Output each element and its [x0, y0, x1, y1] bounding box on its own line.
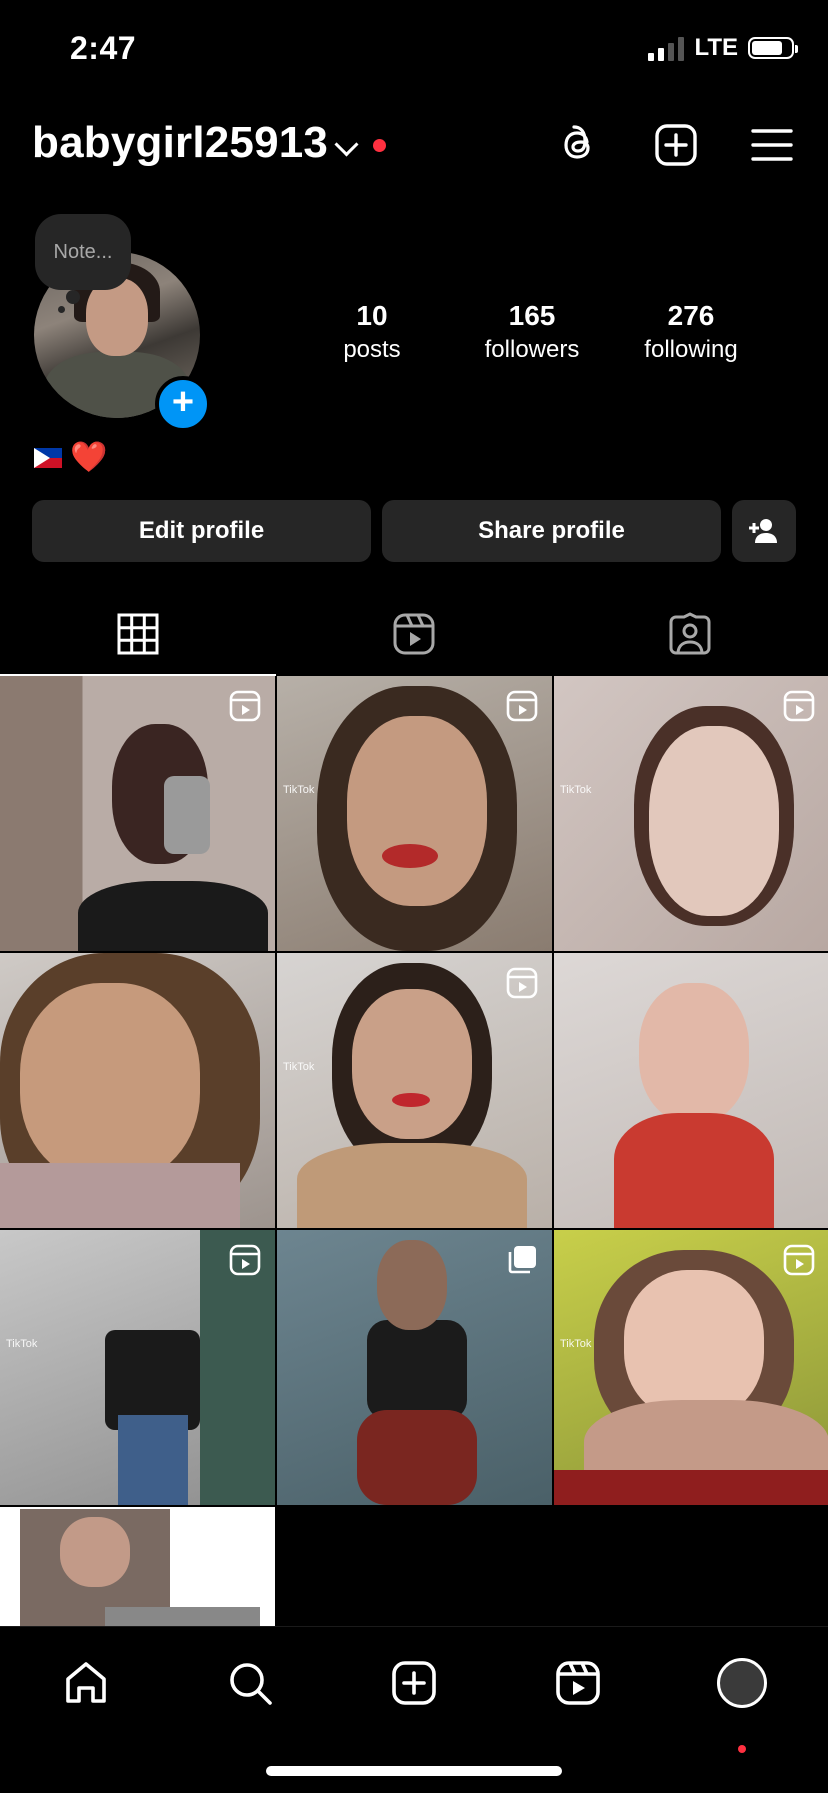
- status-time: 2:47: [70, 30, 137, 66]
- reel-badge-icon: [229, 1244, 261, 1276]
- discover-people-button[interactable]: [732, 500, 796, 562]
- search-icon: [230, 1663, 272, 1705]
- home-indicator: [266, 1766, 562, 1776]
- posts-count: 10: [356, 300, 388, 331]
- nav-create[interactable]: [382, 1651, 446, 1715]
- post-thumbnail[interactable]: [0, 953, 275, 1228]
- add-person-icon: [749, 519, 777, 543]
- username[interactable]: babygirl25913: [32, 118, 328, 168]
- network-label: LTE: [694, 34, 738, 61]
- profile-header: babygirl25913: [0, 110, 828, 180]
- post-thumbnail[interactable]: [0, 1507, 275, 1627]
- home-icon: [66, 1662, 106, 1703]
- post-thumbnail[interactable]: [277, 1230, 552, 1505]
- following-stat[interactable]: 276 following: [621, 300, 761, 364]
- create-icon[interactable]: [653, 122, 699, 168]
- status-right: LTE: [648, 34, 798, 62]
- add-story-button[interactable]: +: [155, 376, 211, 432]
- nav-profile[interactable]: [710, 1651, 774, 1715]
- post-thumbnail[interactable]: TikTok: [277, 676, 552, 951]
- post-thumbnail[interactable]: TikTok: [277, 953, 552, 1228]
- tiktok-watermark: TikTok: [560, 784, 592, 796]
- reel-badge-icon: [783, 1244, 815, 1276]
- posts-stat[interactable]: 10 posts: [302, 300, 442, 364]
- chevron-down-icon[interactable]: [334, 132, 359, 157]
- signal-icon: [648, 35, 685, 61]
- note-bubble-tail-small: [58, 306, 65, 313]
- carousel-badge-icon: [508, 1246, 536, 1274]
- tab-reels[interactable]: [276, 592, 552, 676]
- profile-tabs: [0, 592, 828, 676]
- menu-icon[interactable]: [749, 122, 795, 168]
- reel-badge-icon: [506, 690, 538, 722]
- notification-dot: [373, 139, 386, 152]
- post-thumbnail[interactable]: TikTok: [554, 1230, 828, 1505]
- grid-icon: [117, 613, 159, 655]
- note-bubble[interactable]: Note...: [35, 214, 131, 290]
- followers-count: 165: [508, 300, 556, 331]
- note-bubble-tail: [66, 290, 80, 304]
- tiktok-watermark: TikTok: [6, 1338, 38, 1350]
- nav-search[interactable]: [218, 1651, 282, 1715]
- post-thumbnail[interactable]: [554, 953, 828, 1228]
- posts-label: posts: [343, 336, 401, 363]
- battery-icon: [748, 37, 798, 59]
- philippines-flag-icon: [34, 447, 62, 468]
- tiktok-watermark: TikTok: [283, 1061, 315, 1073]
- tagged-icon: [669, 612, 711, 655]
- create-icon: [392, 1661, 436, 1705]
- nav-reels[interactable]: [546, 1651, 610, 1715]
- followers-stat[interactable]: 165 followers: [462, 300, 602, 364]
- reel-badge-icon: [506, 967, 538, 999]
- notification-dot: [738, 1745, 746, 1753]
- share-profile-button[interactable]: Share profile: [382, 500, 721, 562]
- following-count: 276: [667, 300, 715, 331]
- following-label: following: [644, 336, 738, 363]
- followers-label: followers: [484, 336, 580, 363]
- post-thumbnail[interactable]: TikTok: [554, 676, 828, 951]
- edit-profile-button[interactable]: Edit profile: [32, 500, 371, 562]
- threads-icon[interactable]: [556, 122, 602, 168]
- nav-home[interactable]: [54, 1651, 118, 1715]
- red-heart-icon: ❤️: [70, 441, 108, 474]
- tiktok-watermark: TikTok: [560, 1338, 592, 1350]
- status-bar: 2:47 LTE: [0, 0, 828, 100]
- reels-icon: [556, 1661, 600, 1705]
- reel-badge-icon: [229, 690, 261, 722]
- tiktok-watermark: TikTok: [283, 784, 315, 796]
- tab-grid[interactable]: [0, 592, 276, 676]
- post-thumbnail[interactable]: TikTok: [0, 1230, 275, 1505]
- bio: ❤️: [34, 440, 107, 475]
- profile-avatar: [717, 1658, 767, 1708]
- tab-tagged[interactable]: [552, 592, 828, 676]
- reel-badge-icon: [783, 690, 815, 722]
- post-thumbnail[interactable]: [0, 676, 275, 951]
- reels-icon: [393, 613, 435, 655]
